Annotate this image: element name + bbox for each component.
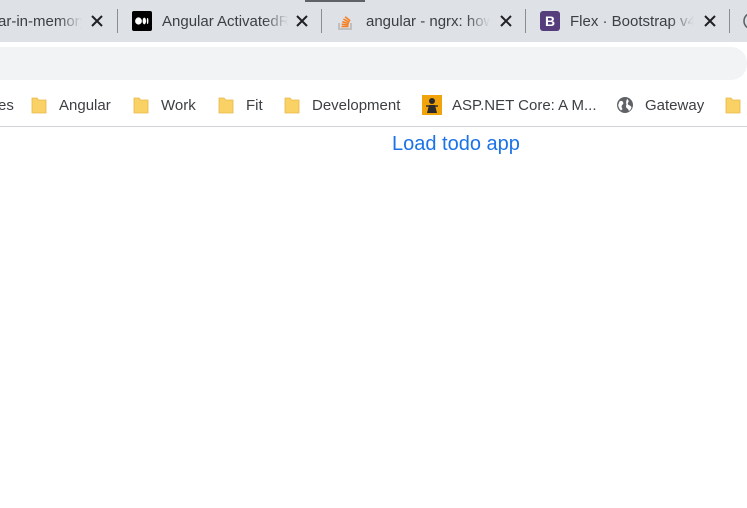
bookmark-label: ASP.NET Core: A M... [452,96,597,114]
close-icon[interactable] [498,13,514,29]
tab-title: angular - ngrx: how [366,12,490,30]
bookmark-label: Work [161,96,196,114]
folder-icon [725,95,741,115]
load-todo-app-link[interactable]: Load todo app [392,133,520,156]
bookmark-gateway[interactable]: Gateway [616,94,704,116]
tab-separator [321,9,322,33]
tab-angular-activatedroute[interactable]: Angular ActivatedRo [132,6,322,36]
close-icon[interactable] [702,13,718,29]
bookmark-folder-partial[interactable] [725,94,741,116]
bookmark-folder-development[interactable]: Development [284,94,400,116]
bookmark-folder-work[interactable]: Work [133,94,196,116]
bookmark-folder-fit[interactable]: Fit [218,94,263,116]
folder-icon [31,95,47,115]
svg-text:B: B [545,13,555,29]
tab-flex-bootstrap[interactable]: B Flex · Bootstrap v4 [540,6,730,36]
partial-tab-favicon[interactable] [742,11,747,36]
medium-icon [132,11,152,31]
bookmark-partial[interactable]: es [0,94,14,116]
tab-separator [525,9,526,33]
tab-drag-indicator [305,0,365,2]
tab-strip: ar-in-memory Angular ActivatedRo angular… [0,0,747,42]
tab-title: Angular ActivatedRo [162,12,288,30]
bookmarks-bar: es Angular Work Fit Deve [0,84,747,127]
tab-separator [729,9,730,33]
bookmark-label: Gateway [645,96,705,114]
tab-angular-in-memory[interactable]: ar-in-memory [0,6,116,36]
bookmark-label: es [0,96,14,114]
folder-icon [218,95,234,115]
globe-icon [616,96,634,114]
tab-angular-ngrx[interactable]: angular - ngrx: how [336,6,526,36]
bookmark-aspnet-core[interactable]: ASP.NET Core: A M... [422,94,597,116]
bootstrap-icon: B [540,11,560,31]
bookmark-label: Angular [59,96,111,114]
close-icon[interactable] [89,13,105,29]
tab-title: ar-in-memory [0,12,82,30]
stackoverflow-icon [336,11,356,31]
folder-icon [284,95,300,115]
tab-separator [117,9,118,33]
address-bar[interactable] [0,47,747,80]
page-content: Load todo app [0,128,747,508]
aspnet-favicon [422,95,442,115]
folder-icon [133,95,149,115]
close-icon[interactable] [294,13,310,29]
browser-toolbar [0,42,747,84]
bookmark-folder-angular[interactable]: Angular [31,94,111,116]
bookmark-label: Development [312,96,401,114]
bookmark-label: Fit [246,96,263,114]
tab-title: Flex · Bootstrap v4 [570,12,694,30]
